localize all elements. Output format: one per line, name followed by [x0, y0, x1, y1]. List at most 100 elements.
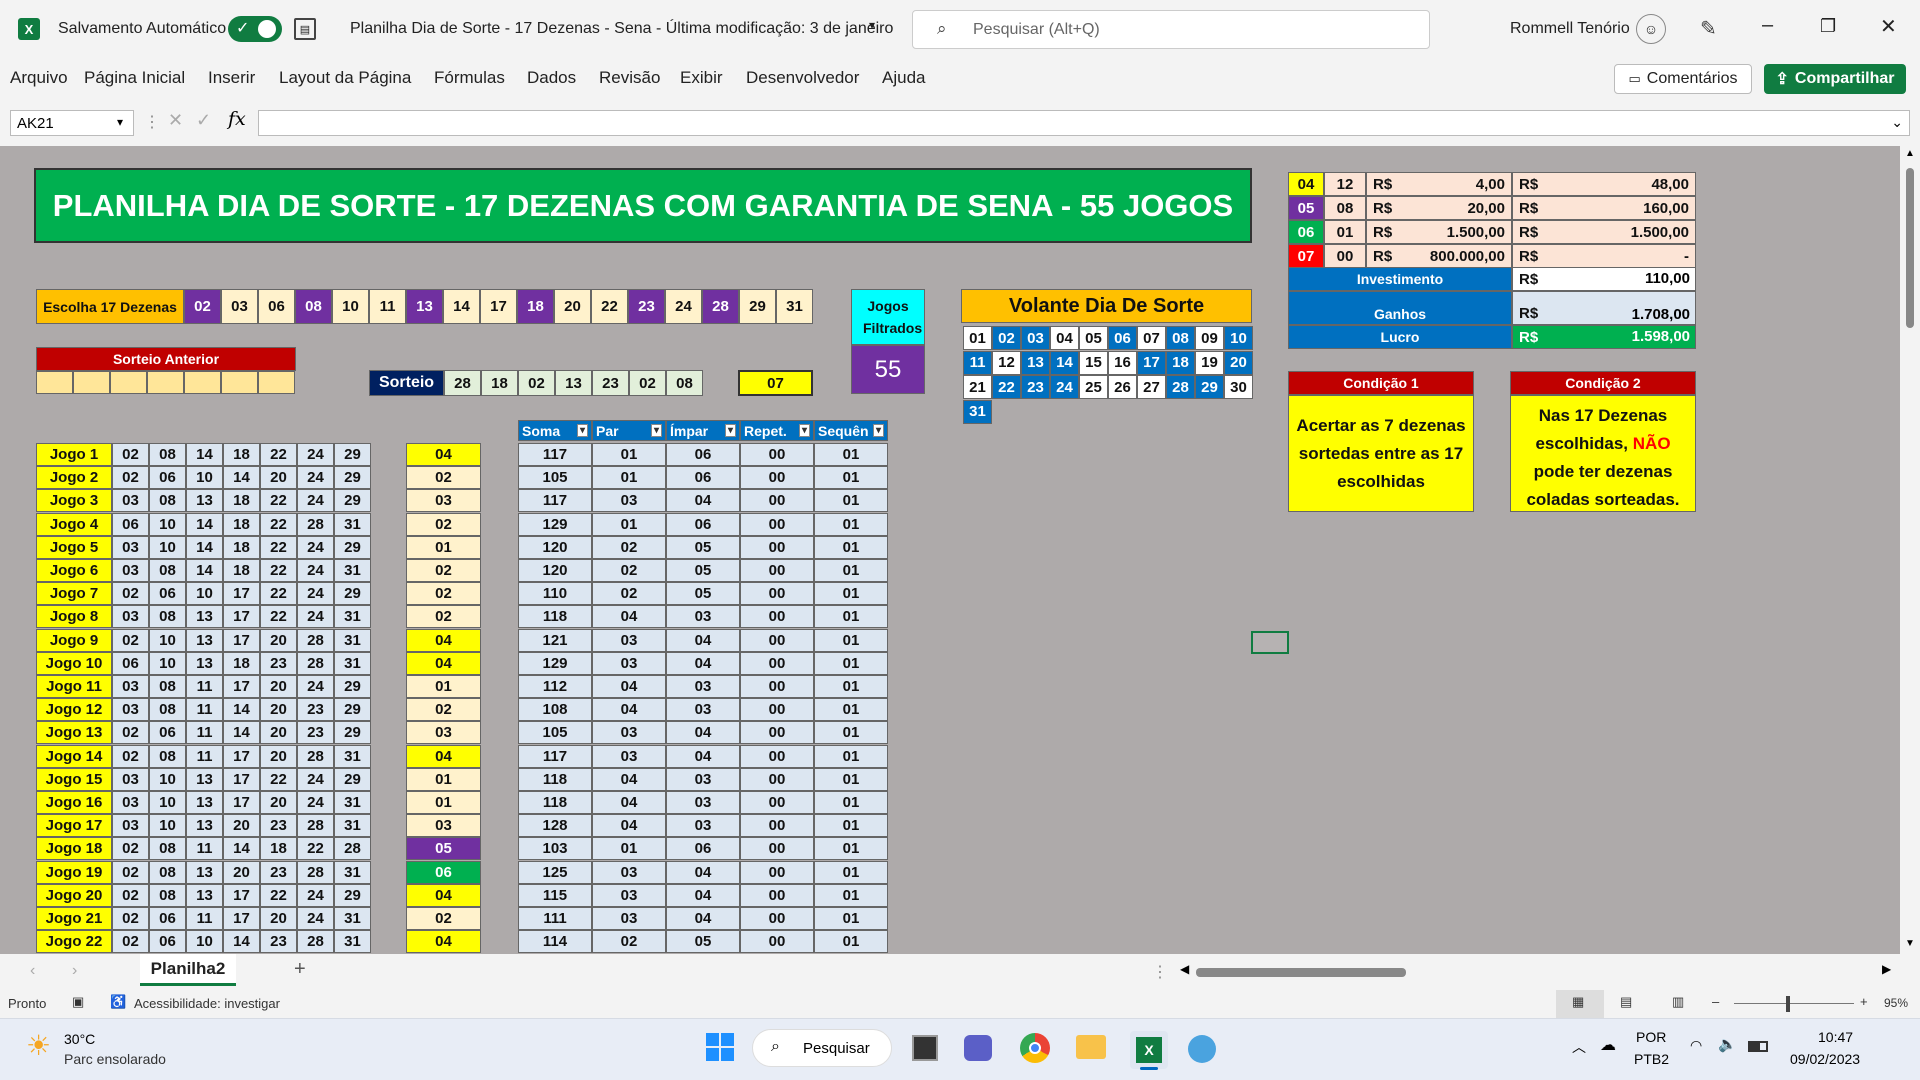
- weather-desc[interactable]: Parc ensolarado: [64, 1051, 166, 1067]
- game-number: 23: [260, 651, 297, 675]
- prev-sheet-icon[interactable]: ‹: [30, 962, 35, 980]
- prize-hits: 05: [1288, 196, 1324, 220]
- filter-dropdown-icon[interactable]: ▾: [576, 424, 588, 437]
- tab-revisao[interactable]: Revisão: [599, 68, 660, 88]
- name-box[interactable]: AK21 ▾: [10, 110, 134, 136]
- clock-date[interactable]: 09/02/2023: [1790, 1051, 1860, 1067]
- language-1[interactable]: POR: [1636, 1029, 1666, 1045]
- check-icon[interactable]: ✓: [196, 110, 211, 131]
- avatar[interactable]: ☺: [1636, 14, 1666, 44]
- game-number: 14: [186, 512, 223, 536]
- page-layout-icon[interactable]: ▤: [1620, 994, 1632, 1010]
- comments-button[interactable]: ▭ Comentários: [1614, 64, 1752, 94]
- document-title[interactable]: Planilha Dia de Sorte - 17 Dezenas - Sen…: [350, 20, 893, 38]
- task-view-icon[interactable]: [912, 1035, 938, 1061]
- battery-icon[interactable]: [1748, 1041, 1768, 1052]
- accessibility-icon[interactable]: ♿: [110, 994, 126, 1010]
- chat-icon[interactable]: [964, 1035, 992, 1061]
- tab-inserir[interactable]: Inserir: [208, 68, 255, 88]
- chevron-up-icon[interactable]: ︿: [1572, 1037, 1586, 1057]
- game-stat: 112: [518, 675, 592, 698]
- tab-formulas[interactable]: Fórmulas: [434, 68, 505, 88]
- page-break-icon[interactable]: ▥: [1672, 994, 1684, 1010]
- game-stat: 03: [666, 698, 740, 722]
- stats-header: Sequên ▾: [814, 420, 888, 441]
- filter-dropdown-icon[interactable]: ▾: [650, 424, 662, 437]
- formula-input[interactable]: ⌄: [258, 110, 1910, 136]
- tab-dados[interactable]: Dados: [527, 68, 576, 88]
- tab-arquivo[interactable]: Arquivo: [10, 68, 68, 88]
- stats-header-label: Repet.: [744, 422, 787, 439]
- autosave-toggle[interactable]: ✓: [228, 16, 282, 42]
- game-number: 31: [334, 651, 371, 675]
- add-sheet-button[interactable]: +: [294, 958, 306, 981]
- close-icon[interactable]: ✕: [1880, 14, 1897, 39]
- scroll-down-icon[interactable]: ▼: [1905, 938, 1915, 949]
- game-number: 03: [112, 535, 149, 559]
- onedrive-icon[interactable]: ☁: [1600, 1035, 1616, 1055]
- tab-ajuda[interactable]: Ajuda: [882, 68, 925, 88]
- macro-icon[interactable]: ▣: [72, 994, 84, 1010]
- windows-start-icon[interactable]: [706, 1033, 734, 1061]
- horizontal-scroll-thumb[interactable]: [1196, 968, 1406, 977]
- selected-cell[interactable]: [1251, 631, 1289, 654]
- clock-time[interactable]: 10:47: [1818, 1029, 1853, 1045]
- scroll-right-icon[interactable]: ▶: [1882, 962, 1891, 976]
- weather-temp[interactable]: 30°C: [64, 1031, 95, 1047]
- zoom-slider-thumb[interactable]: [1786, 996, 1790, 1012]
- game-stat: 121: [518, 628, 592, 652]
- volante-number: 29: [1195, 375, 1224, 399]
- language-2[interactable]: PTB2: [1634, 1051, 1669, 1067]
- game-stat: 118: [518, 767, 592, 791]
- zoom-level[interactable]: 95%: [1884, 996, 1908, 1010]
- function-icon[interactable]: fx: [228, 108, 246, 130]
- next-sheet-icon[interactable]: ›: [72, 962, 77, 980]
- volume-icon[interactable]: 🔈: [1718, 1035, 1737, 1053]
- game-number: 14: [223, 930, 260, 954]
- zoom-slider[interactable]: [1734, 1003, 1854, 1004]
- restore-icon[interactable]: ❐: [1820, 16, 1836, 37]
- wifi-icon[interactable]: ◠: [1690, 1037, 1702, 1054]
- tab-layout[interactable]: Layout da Página: [279, 68, 411, 88]
- filter-dropdown-icon[interactable]: ▾: [724, 424, 736, 437]
- filter-dropdown-icon[interactable]: ▾: [872, 424, 884, 437]
- vertical-scrollbar[interactable]: ▲ ▼: [1900, 146, 1920, 954]
- game-stat: 00: [740, 489, 814, 513]
- tab-pagina-inicial[interactable]: Página Inicial: [84, 68, 185, 88]
- chevron-down-icon[interactable]: ▾: [117, 115, 123, 129]
- chosen-number: 02: [184, 289, 221, 324]
- share-button[interactable]: ⇪ Compartilhar: [1764, 64, 1906, 94]
- app-icon[interactable]: [1188, 1035, 1216, 1063]
- file-explorer-icon[interactable]: [1076, 1035, 1106, 1059]
- weather-icon[interactable]: ☀: [26, 1029, 51, 1062]
- chevron-down-icon[interactable]: ▾: [869, 18, 875, 32]
- minimize-icon[interactable]: –: [1762, 14, 1773, 37]
- tab-desenvolvedor[interactable]: Desenvolvedor: [746, 68, 859, 88]
- normal-view-button[interactable]: ▦: [1556, 990, 1604, 1018]
- scroll-left-icon[interactable]: ◀: [1180, 962, 1189, 976]
- game-stat: 00: [740, 651, 814, 675]
- taskbar-search[interactable]: ⌕ Pesquisar: [752, 1029, 892, 1067]
- zoom-out-icon[interactable]: –: [1712, 994, 1719, 1009]
- cancel-icon[interactable]: ✕: [168, 110, 183, 131]
- game-number: 03: [112, 559, 149, 582]
- search-box[interactable]: ⌕ Pesquisar (Alt+Q): [912, 10, 1430, 49]
- chrome-icon[interactable]: [1020, 1033, 1050, 1063]
- tab-planilha2[interactable]: Planilha2: [140, 954, 236, 986]
- excel-taskbar-button[interactable]: X: [1130, 1031, 1168, 1070]
- accessibility-status[interactable]: Acessibilidade: investigar: [134, 996, 280, 1011]
- game-stat: 01: [814, 837, 888, 861]
- tab-exibir[interactable]: Exibir: [680, 68, 723, 88]
- game-number: 08: [149, 675, 186, 698]
- save-icon[interactable]: ▤: [294, 18, 316, 40]
- prize-hits: 06: [1288, 220, 1324, 244]
- expand-icon[interactable]: ⌄: [1891, 114, 1903, 131]
- worksheet[interactable]: PLANILHA DIA DE SORTE - 17 DEZENAS COM G…: [0, 146, 1920, 954]
- pen-icon[interactable]: ✎: [1700, 16, 1717, 41]
- filter-dropdown-icon[interactable]: ▾: [798, 424, 810, 437]
- vertical-scroll-thumb[interactable]: [1906, 168, 1914, 328]
- user-name[interactable]: Rommell Tenório: [1510, 20, 1630, 38]
- chosen-number: 14: [443, 289, 480, 324]
- scroll-up-icon[interactable]: ▲: [1905, 148, 1915, 159]
- zoom-in-icon[interactable]: +: [1860, 994, 1868, 1009]
